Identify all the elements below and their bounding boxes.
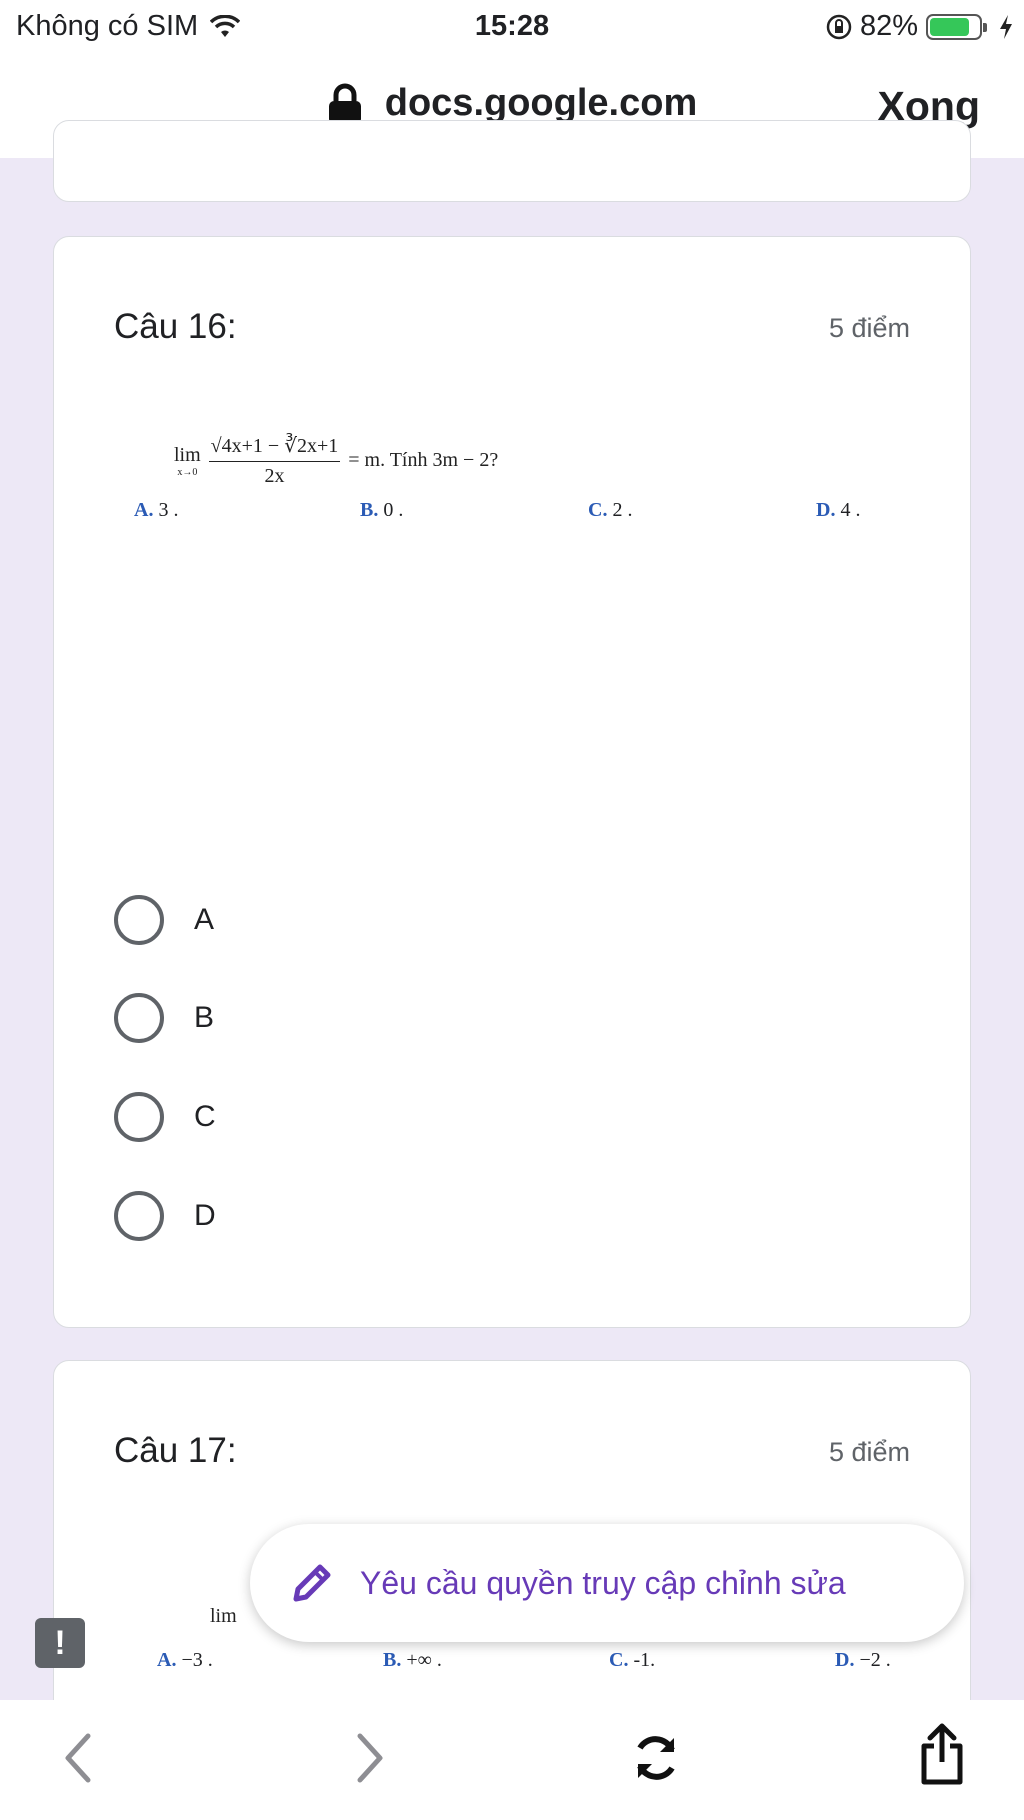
- answer-option-c: C. 2 .: [588, 499, 632, 522]
- question-title: Câu 17:: [114, 1431, 237, 1470]
- answer-value: -1.: [633, 1649, 656, 1671]
- question-formula: lim x→0 √4x+1 − ∛2x+1 2x = m. Tính 3m − …: [174, 433, 498, 488]
- battery-fill: [930, 17, 970, 36]
- answer-value: −3 .: [181, 1649, 213, 1671]
- answer-option-c: C. -1.: [609, 1649, 655, 1672]
- formula-lim: lim: [210, 1605, 237, 1627]
- question-formula: lim: [210, 1605, 237, 1628]
- answer-option-d: D. 4 .: [816, 499, 860, 522]
- question-card-16: Câu 16: 5 điểm lim x→0 √4x+1 − ∛2x+1 2x …: [53, 236, 971, 1328]
- previous-question-card: [53, 120, 971, 202]
- choice-label: B: [194, 1001, 215, 1034]
- answer-letter: C.: [609, 1649, 629, 1671]
- formula-lim: lim: [174, 443, 201, 466]
- answer-letter: A.: [157, 1649, 177, 1671]
- answer-value: −2 .: [859, 1649, 891, 1671]
- question-points: 5 điểm: [828, 313, 910, 343]
- answer-value: 3 .: [158, 499, 179, 521]
- lock-icon: [328, 83, 361, 124]
- answer-option-a: A. 3 .: [134, 499, 178, 522]
- choice-d[interactable]: D: [114, 1191, 216, 1241]
- radio-button[interactable]: [114, 895, 164, 945]
- radio-button[interactable]: [114, 993, 164, 1043]
- formula-numerator: √4x+1 − ∛2x+1: [208, 433, 341, 462]
- charging-icon: [1000, 14, 1012, 39]
- answer-option-b: B. 0 .: [360, 499, 403, 522]
- url-display[interactable]: docs.google.com: [0, 82, 1024, 125]
- answer-option-d: D. −2 .: [835, 1649, 891, 1672]
- answer-letter: A.: [134, 499, 154, 521]
- request-edit-access-button[interactable]: Yêu cầu quyền truy cập chỉnh sửa: [250, 1524, 964, 1642]
- answer-value: 4 .: [840, 499, 861, 521]
- feedback-icon[interactable]: !: [35, 1618, 85, 1668]
- answer-letter: C.: [588, 499, 608, 521]
- choice-label: C: [194, 1100, 216, 1133]
- url-text: docs.google.com: [384, 82, 698, 124]
- question-points: 5 điểm: [828, 1437, 910, 1467]
- choice-label: D: [194, 1199, 216, 1232]
- answer-option-a: A. −3 .: [157, 1649, 213, 1672]
- status-bar: Không có SIM 15:28 82%: [0, 0, 1024, 54]
- answer-letter: B.: [360, 499, 379, 521]
- choice-a[interactable]: A: [114, 895, 214, 945]
- answer-letter: D.: [835, 1649, 855, 1671]
- question-title: Câu 16:: [114, 307, 237, 346]
- browser-toolbar: [0, 1700, 1024, 1820]
- battery-icon: [926, 13, 987, 40]
- back-icon[interactable]: [60, 1730, 96, 1786]
- answer-letter: B.: [383, 1649, 402, 1671]
- answer-value: +∞ .: [406, 1649, 442, 1671]
- formula-lim-sub: x→0: [177, 466, 198, 478]
- forward-icon[interactable]: [352, 1730, 388, 1786]
- formula-denominator: 2x: [264, 465, 285, 487]
- battery-percent: 82%: [859, 10, 918, 42]
- radio-button[interactable]: [114, 1092, 164, 1142]
- pencil-icon: [293, 1564, 331, 1602]
- choice-c[interactable]: C: [114, 1092, 216, 1142]
- reload-icon[interactable]: [630, 1730, 682, 1786]
- formula-rest: = m. Tính 3m − 2?: [348, 449, 499, 471]
- share-icon[interactable]: [918, 1722, 966, 1786]
- answer-value: 0 .: [383, 499, 404, 521]
- status-right: 82%: [826, 10, 1014, 43]
- radio-button[interactable]: [114, 1191, 164, 1241]
- answer-value: 2 .: [612, 499, 633, 521]
- answer-option-b: B. +∞ .: [383, 1649, 442, 1672]
- answer-letter: D.: [816, 499, 836, 521]
- choice-label: A: [194, 903, 215, 936]
- orientation-lock-icon: [826, 14, 852, 39]
- toast-label: Yêu cầu quyền truy cập chỉnh sửa: [360, 1564, 846, 1601]
- choice-b[interactable]: B: [114, 993, 214, 1043]
